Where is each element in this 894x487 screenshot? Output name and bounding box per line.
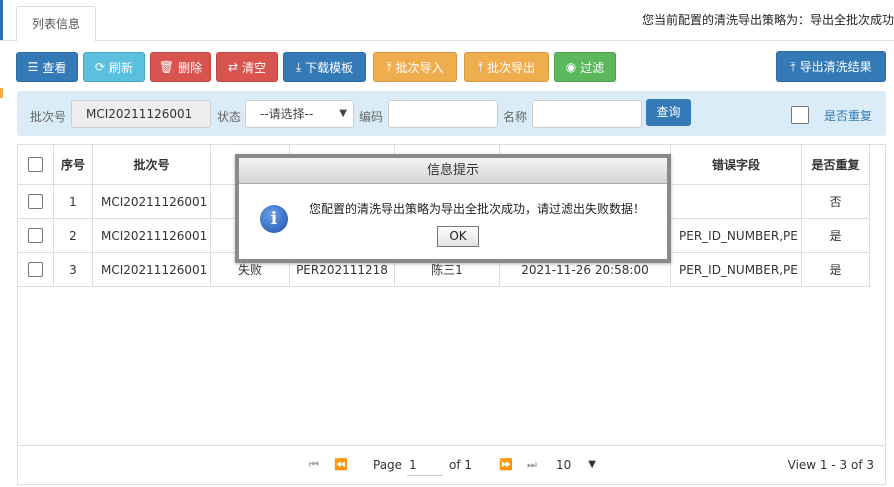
import-icon: ⤒: [386, 60, 392, 74]
delete-button[interactable]: 🗑 删除: [150, 52, 211, 82]
page-size-select[interactable]: 10 ▼: [554, 454, 598, 476]
header-select-cell: [18, 145, 54, 184]
batch-cell: MCI20211126001: [93, 185, 211, 218]
refresh-icon: ⟳: [94, 60, 106, 74]
tab-bar: 列表信息 您当前配置的清洗导出策略为：导出全批次成功: [0, 0, 894, 42]
name-input[interactable]: [532, 100, 642, 128]
error-field-cell: PER_ID_NUMBER,PE: [671, 253, 802, 286]
seq-cell: 3: [54, 253, 93, 286]
view-info: View 1 - 3 of 3: [787, 458, 874, 472]
header-duplicate[interactable]: 是否重复: [802, 145, 870, 184]
export-icon: ⤒: [477, 60, 484, 74]
header-batch[interactable]: 批次号: [93, 145, 211, 184]
prev-page-icon[interactable]: ⏪: [334, 458, 348, 471]
tab-list-info[interactable]: 列表信息: [16, 6, 96, 42]
info-dialog: 信息提示 i 您配置的清洗导出策略为导出全批次成功，请过滤出失败数据！ OK: [235, 154, 671, 263]
dialog-message: 您配置的清洗导出策略为导出全批次成功，请过滤出失败数据！: [309, 202, 646, 216]
seq-cell: 2: [54, 219, 93, 252]
pager: ⏮ ⏪ Page 1 of 1 ⏩ ⏭ 10 ▼ View 1 - 3 of 3: [18, 445, 885, 484]
row-select-cell: [18, 253, 54, 286]
trash-icon: 🗑: [158, 60, 175, 74]
last-page-icon[interactable]: ⏭: [527, 458, 537, 472]
batch-cell: MCI20211126001: [93, 219, 211, 252]
export-icon: ⤒: [790, 59, 796, 74]
download-template-button[interactable]: ⤓ 下载模板: [283, 52, 366, 82]
batch-number-input[interactable]: MCI20211126001: [71, 100, 211, 128]
duplicate-checkbox[interactable]: [791, 106, 809, 124]
row-select-cell: [18, 219, 54, 252]
error-field-cell: PER_ID_NUMBER,PE: [671, 219, 802, 252]
row-checkbox[interactable]: [28, 262, 43, 277]
name-label: 名称: [503, 110, 528, 124]
duplicate-cell: 是: [802, 219, 870, 252]
row-select-cell: [18, 185, 54, 218]
search-panel: 批次号 MCI20211126001 状态 --请选择-- ▼ 编码 名称 查询 …: [17, 91, 886, 136]
filter-button[interactable]: ◉ 过滤: [554, 52, 616, 82]
batch-label: 批次号: [30, 110, 67, 124]
dialog-title[interactable]: 信息提示: [239, 158, 667, 184]
code-label: 编码: [359, 110, 384, 124]
chevron-down-icon: ▼: [339, 108, 347, 119]
page-count-label: of 1: [449, 458, 473, 472]
batch-cell: MCI20211126001: [93, 253, 211, 286]
duplicate-cell: 否: [802, 185, 870, 218]
status-select[interactable]: --请选择-- ▼: [245, 100, 354, 128]
clear-button[interactable]: ⇄ 清空: [216, 52, 278, 82]
clear-icon: ⇄: [227, 60, 239, 74]
left-marker: [0, 88, 3, 98]
seq-cell: 1: [54, 185, 93, 218]
list-icon: ☰: [27, 60, 39, 74]
select-all-checkbox[interactable]: [28, 157, 43, 172]
code-input[interactable]: [388, 100, 498, 128]
duplicate-cell: 是: [802, 253, 870, 286]
download-icon: ⤓: [295, 60, 302, 74]
page-label: Page: [373, 458, 403, 472]
eye-icon: ◉: [565, 60, 577, 74]
status-label: 状态: [217, 110, 242, 124]
row-checkbox[interactable]: [28, 228, 43, 243]
view-button[interactable]: ☰ 查看: [16, 52, 78, 82]
batch-export-button[interactable]: ⤒ 批次导出: [464, 52, 549, 82]
batch-import-button[interactable]: ⤒ 批次导入: [373, 52, 457, 82]
chevron-down-icon: ▼: [588, 459, 596, 470]
refresh-button[interactable]: ⟳ 刷新: [83, 52, 145, 82]
query-button[interactable]: 查询: [646, 99, 691, 126]
duplicate-label: 是否重复: [824, 109, 873, 123]
ok-button[interactable]: OK: [437, 226, 479, 247]
page-number-input[interactable]: 1: [407, 454, 443, 476]
export-clean-result-button[interactable]: ⤒ 导出清洗结果: [776, 51, 886, 82]
error-field-cell: [671, 185, 802, 218]
info-icon: i: [260, 205, 288, 233]
strategy-notice: 您当前配置的清洗导出策略为：导出全批次成功: [641, 13, 894, 27]
first-page-icon[interactable]: ⏮: [309, 458, 319, 472]
next-page-icon[interactable]: ⏩: [499, 458, 513, 471]
header-error-field[interactable]: 错误字段: [671, 145, 802, 184]
row-checkbox[interactable]: [28, 194, 43, 209]
header-seq[interactable]: 序号: [54, 145, 93, 184]
